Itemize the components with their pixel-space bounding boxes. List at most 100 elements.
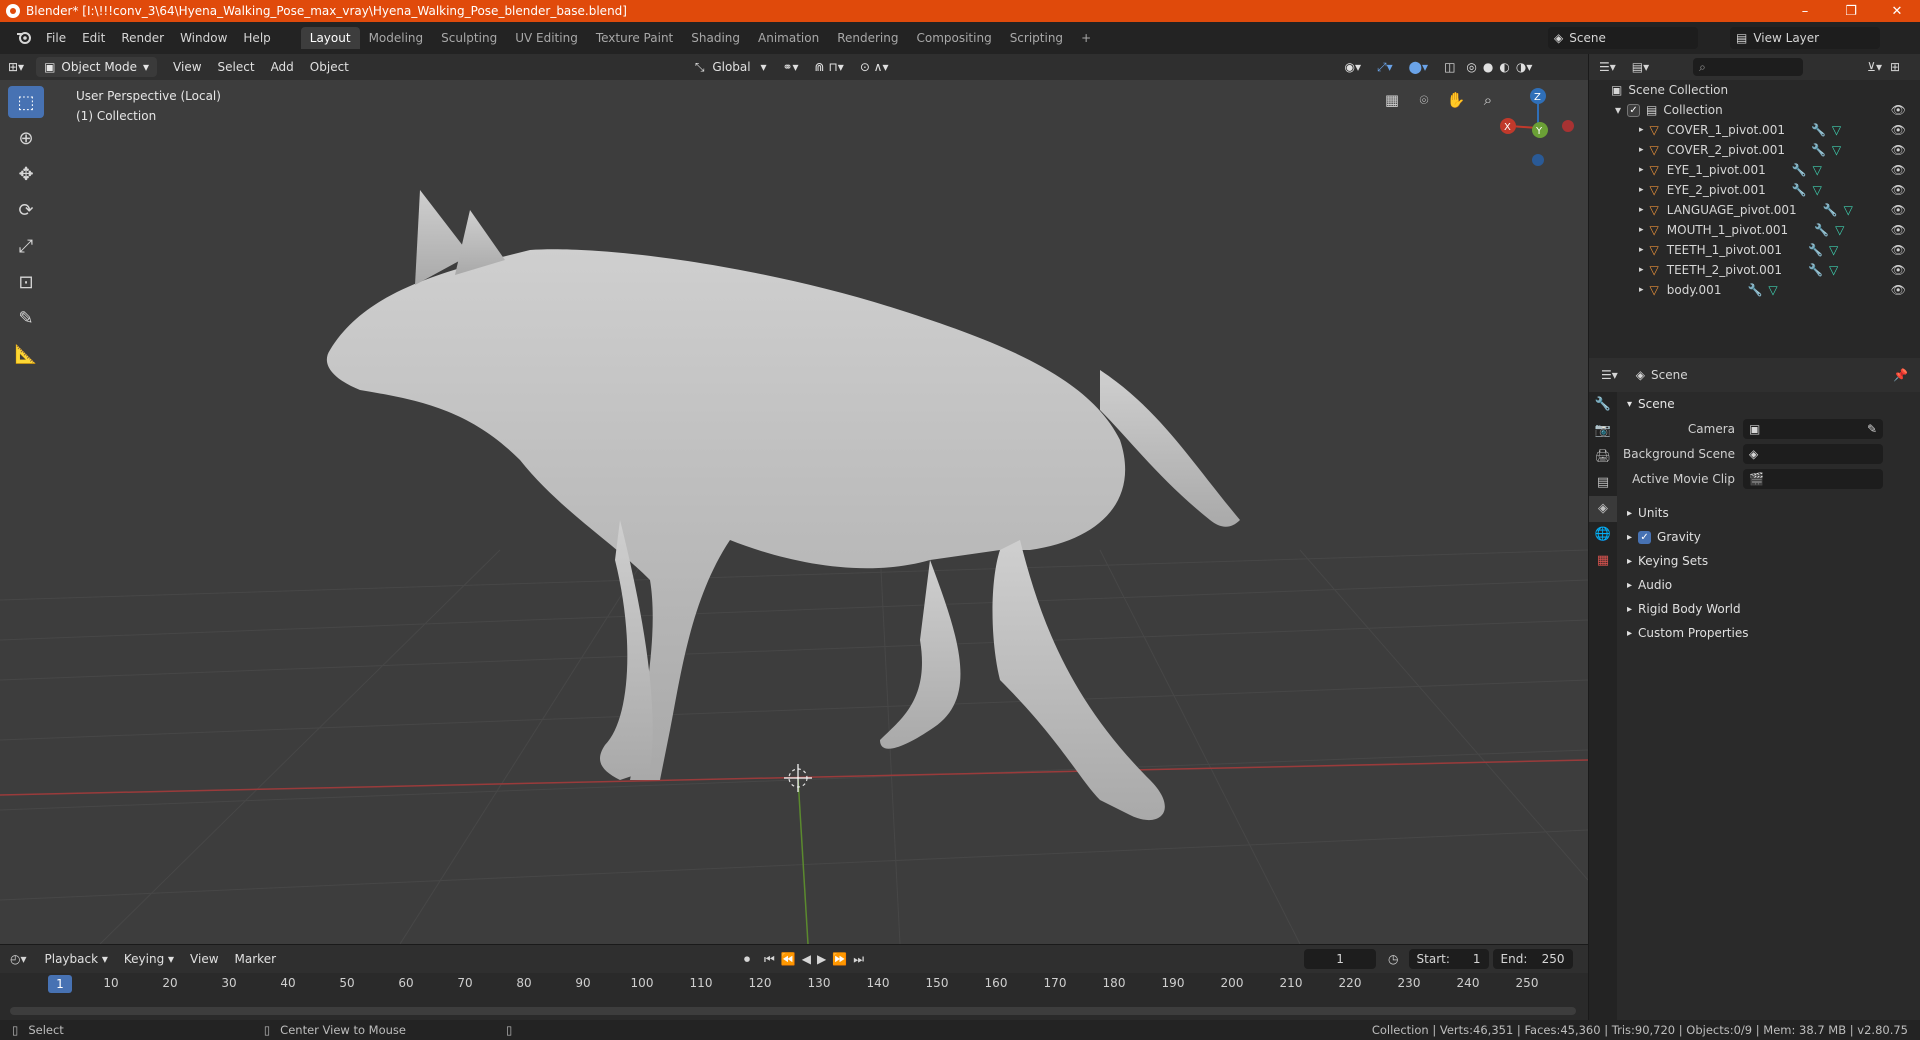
pan-hand-icon[interactable]: ✋	[1444, 88, 1468, 112]
play-icon[interactable]: ▶	[817, 952, 826, 966]
eye-icon[interactable]: 👁	[1891, 123, 1906, 137]
eye-icon[interactable]: 👁	[1891, 183, 1906, 197]
tool-tab-icon[interactable]: 🔧	[1589, 392, 1617, 418]
tab-uv-editing[interactable]: UV Editing	[506, 27, 587, 49]
modifier-icon[interactable]: 🔧	[1811, 123, 1826, 137]
modifier-icon[interactable]: 🔧	[1792, 183, 1807, 197]
play-reverse-icon[interactable]: ◀	[802, 952, 811, 966]
collection-checkbox[interactable]: ✓	[1627, 103, 1641, 117]
blender-menu-icon[interactable]	[10, 30, 38, 47]
timeline-scrollbar[interactable]	[10, 1007, 1576, 1015]
eye-icon[interactable]: 👁	[1891, 103, 1906, 117]
expand-arrow-icon[interactable]: ▸	[1639, 225, 1644, 235]
modifier-icon[interactable]: 🔧	[1747, 283, 1762, 297]
menu-window[interactable]: Window	[172, 31, 235, 45]
collection-row[interactable]: ▾ ✓ ▤ Collection 👁	[1589, 100, 1920, 120]
editor-type-icon[interactable]: ⊞▾	[0, 60, 32, 74]
playhead[interactable]: 1	[48, 975, 72, 993]
expand-arrow-icon[interactable]: ▸	[1639, 265, 1644, 275]
visibility-icon[interactable]: ◉▾	[1337, 60, 1370, 74]
xray-icon[interactable]: ◫	[1436, 60, 1463, 74]
gravity-checkbox[interactable]: ✓	[1638, 530, 1652, 544]
timeline-editor-type-icon[interactable]: ◴▾	[10, 952, 27, 966]
expand-arrow-icon[interactable]: ▸	[1639, 125, 1644, 135]
mesh-data-icon[interactable]: ▽	[1829, 263, 1838, 277]
modifier-icon[interactable]: 🔧	[1792, 163, 1807, 177]
close-button[interactable]: ✕	[1874, 0, 1920, 22]
tab-layout[interactable]: Layout	[300, 27, 360, 49]
tab-sculpting[interactable]: Sculpting	[432, 27, 506, 49]
expand-arrow-icon[interactable]: ▸	[1639, 145, 1644, 155]
snap-icon[interactable]: ⋒ ⊓▾	[807, 60, 852, 74]
scene-panel-header[interactable]: ▾ Scene	[1617, 392, 1920, 416]
tab-modeling[interactable]: Modeling	[360, 27, 433, 49]
expand-arrow-icon[interactable]: ▸	[1639, 205, 1644, 215]
scene-selector[interactable]: ◈ Scene	[1548, 27, 1698, 49]
pin-icon[interactable]: 📌	[1893, 368, 1908, 382]
modifier-icon[interactable]: 🔧	[1808, 263, 1823, 277]
shading-rendered-icon[interactable]: ◑▾	[1513, 60, 1536, 74]
camera-field[interactable]: ▣ ✎	[1743, 418, 1883, 439]
tab-shading[interactable]: Shading	[682, 27, 749, 49]
properties-editor-type-icon[interactable]: ☰▾	[1601, 368, 1618, 382]
hyena-model[interactable]	[326, 190, 1240, 821]
tab-texture-paint[interactable]: Texture Paint	[587, 27, 682, 49]
frame-ruler[interactable]: 1 10 20 30 40 50 60 70 80 90 100 110 120…	[0, 973, 1588, 995]
menu-render[interactable]: Render	[113, 31, 172, 45]
modifier-icon[interactable]: 🔧	[1814, 223, 1829, 237]
eye-icon[interactable]: 👁	[1891, 263, 1906, 277]
jump-keyframe-forward-icon[interactable]: ⏩	[832, 952, 847, 966]
shading-solid-icon[interactable]: ●	[1480, 60, 1496, 74]
outliner-object-row[interactable]: ▸ ▽ EYE_2_pivot.001 🔧 ▽ 👁	[1589, 180, 1920, 200]
minimize-button[interactable]: –	[1782, 0, 1828, 22]
menu-file[interactable]: File	[38, 31, 74, 45]
cursor-tool[interactable]: ⊕	[8, 122, 44, 154]
jump-start-icon[interactable]: ⏮	[764, 952, 775, 967]
outliner-object-row[interactable]: ▸ ▽ LANGUAGE_pivot.001 🔧 ▽ 👁	[1589, 200, 1920, 220]
texture-tab-icon[interactable]: ▦	[1589, 548, 1617, 574]
outliner-search-input[interactable]: ⌕	[1693, 58, 1804, 76]
pivot-point-icon[interactable]: ⚭▾	[774, 60, 806, 74]
viewport-menu-add[interactable]: Add	[263, 60, 302, 74]
viewport-menu-object[interactable]: Object	[302, 60, 357, 74]
outliner-display-mode-icon[interactable]: ▤▾	[1632, 60, 1649, 74]
transform-orientation-selector[interactable]: ⤡ Global ▾	[687, 60, 775, 75]
mesh-data-icon[interactable]: ▽	[1844, 203, 1853, 217]
toggle-ortho-icon[interactable]: ▦	[1380, 88, 1404, 112]
custom-properties-panel[interactable]: ▸ Custom Properties	[1617, 621, 1920, 645]
background-scene-field[interactable]: ◈	[1743, 443, 1883, 464]
eye-icon[interactable]: 👁	[1891, 243, 1906, 257]
expand-arrow-icon[interactable]: ▾	[1615, 103, 1621, 117]
active-clip-field[interactable]: 🎬	[1743, 468, 1883, 489]
mesh-data-icon[interactable]: ▽	[1832, 143, 1841, 157]
outliner-object-row[interactable]: ▸ ▽ COVER_2_pivot.001 🔧 ▽ 👁	[1589, 140, 1920, 160]
mesh-data-icon[interactable]: ▽	[1813, 183, 1822, 197]
keying-sets-panel[interactable]: ▸ Keying Sets	[1617, 549, 1920, 573]
select-box-tool[interactable]: ⬚	[8, 86, 44, 118]
timeline-menu-view[interactable]: View	[182, 952, 226, 966]
outliner-object-row[interactable]: ▸ ▽ body.001 🔧 ▽ 👁	[1589, 280, 1920, 300]
tab-rendering[interactable]: Rendering	[828, 27, 907, 49]
start-frame-field[interactable]: Start: 1	[1408, 949, 1489, 969]
annotate-tool[interactable]: ✎	[8, 302, 44, 334]
modifier-icon[interactable]: 🔧	[1811, 143, 1826, 157]
expand-arrow-icon[interactable]: ▸	[1639, 185, 1644, 195]
rigid-body-world-panel[interactable]: ▸ Rigid Body World	[1617, 597, 1920, 621]
expand-arrow-icon[interactable]: ▸	[1639, 245, 1644, 255]
outliner-object-row[interactable]: ▸ ▽ TEETH_1_pivot.001 🔧 ▽ 👁	[1589, 240, 1920, 260]
camera-view-icon[interactable]: ⌾	[1412, 88, 1436, 112]
jump-keyframe-back-icon[interactable]: ⏪	[781, 952, 796, 966]
viewport-menu-select[interactable]: Select	[210, 60, 263, 74]
proportional-edit-icon[interactable]: ⊙ ∧▾	[852, 60, 897, 74]
rotate-tool[interactable]: ⟳	[8, 194, 44, 226]
scene-tab-icon[interactable]: ◈	[1589, 496, 1617, 522]
mesh-data-icon[interactable]: ▽	[1768, 283, 1777, 297]
mesh-data-icon[interactable]: ▽	[1813, 163, 1822, 177]
modifier-icon[interactable]: 🔧	[1808, 243, 1823, 257]
timeline-menu-playback[interactable]: Playback ▾	[37, 952, 116, 966]
tab-animation[interactable]: Animation	[749, 27, 828, 49]
mesh-data-icon[interactable]: ▽	[1835, 223, 1844, 237]
world-tab-icon[interactable]: 🌐	[1589, 522, 1617, 548]
mode-selector[interactable]: ▣ Object Mode ▾	[36, 57, 158, 77]
record-icon[interactable]: ⏺	[744, 952, 750, 967]
